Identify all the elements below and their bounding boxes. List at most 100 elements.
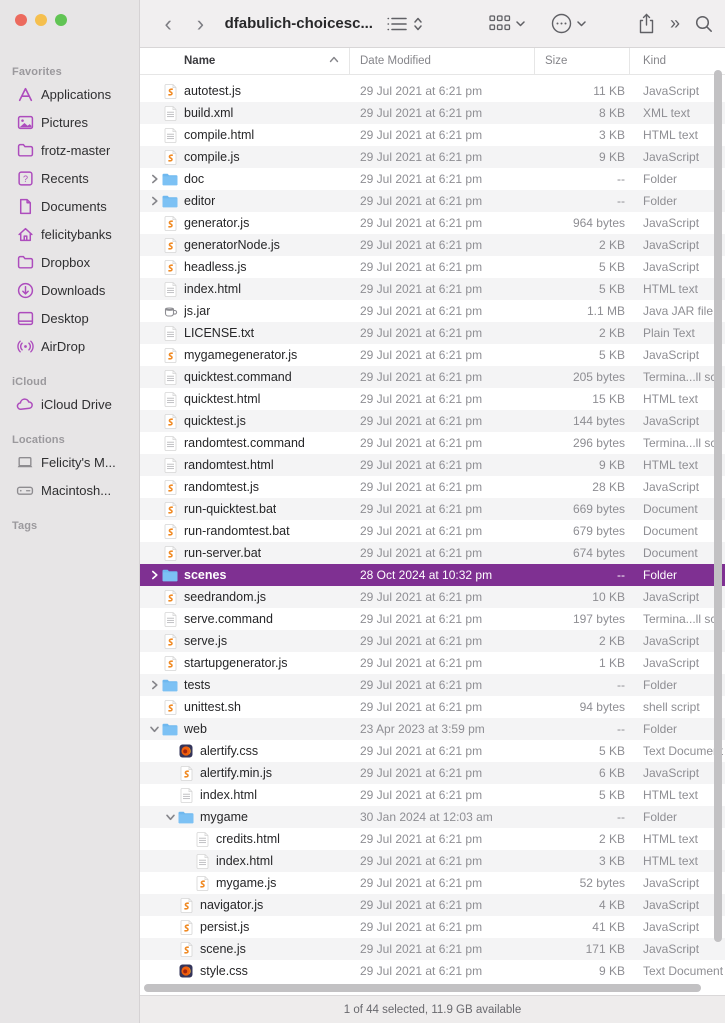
file-name: randomtest.command (184, 436, 305, 450)
column-header-date[interactable]: Date Modified (350, 48, 535, 74)
file-row[interactable]: index.html29 Jul 2021 at 6:21 pm5 KBHTML… (140, 278, 725, 300)
disclosure-triangle[interactable] (162, 812, 178, 822)
disclosure-triangle[interactable] (146, 680, 162, 690)
disclosure-triangle[interactable] (146, 724, 162, 734)
toolbar-overflow-button[interactable]: » (670, 13, 680, 34)
file-row[interactable]: randomtest.command29 Jul 2021 at 6:21 pm… (140, 432, 725, 454)
file-row[interactable]: randomtest.html29 Jul 2021 at 6:21 pm9 K… (140, 454, 725, 476)
vertical-scrollbar[interactable] (714, 70, 722, 942)
file-row[interactable]: run-randomtest.bat29 Jul 2021 at 6:21 pm… (140, 520, 725, 542)
search-button[interactable] (695, 15, 713, 33)
column-header-size[interactable]: Size (535, 48, 630, 74)
file-row[interactable]: alertify.css29 Jul 2021 at 6:21 pm5 KBTe… (140, 740, 725, 762)
file-row[interactable]: mygame30 Jan 2024 at 12:03 am--Folder (140, 806, 725, 828)
file-row[interactable]: quicktest.command29 Jul 2021 at 6:21 pm2… (140, 366, 725, 388)
file-row[interactable]: seedrandom.js29 Jul 2021 at 6:21 pm10 KB… (140, 586, 725, 608)
file-row[interactable]: generator.js29 Jul 2021 at 6:21 pm964 by… (140, 212, 725, 234)
search-icon (695, 15, 713, 33)
file-name: randomtest.html (184, 458, 274, 472)
file-row[interactable]: generatorNode.js29 Jul 2021 at 6:21 pm2 … (140, 234, 725, 256)
sidebar-item-dropbox[interactable]: Dropbox (4, 248, 135, 276)
view-mode-button[interactable] (387, 16, 423, 32)
file-row[interactable]: LICENSE.txt29 Jul 2021 at 6:21 pm2 KBPla… (140, 322, 725, 344)
file-row[interactable]: doc29 Jul 2021 at 6:21 pm--Folder (140, 168, 725, 190)
disclosure-triangle[interactable] (146, 174, 162, 184)
file-row[interactable]: serve.command29 Jul 2021 at 6:21 pm197 b… (140, 608, 725, 630)
folder-file-icon (162, 567, 178, 583)
file-row[interactable]: randomtest.js29 Jul 2021 at 6:21 pm28 KB… (140, 476, 725, 498)
horizontal-scrollbar-thumb[interactable] (144, 984, 701, 992)
file-row[interactable]: style.css29 Jul 2021 at 6:21 pm9 KBText … (140, 960, 725, 982)
file-kind: Document (630, 524, 725, 538)
sidebar-item-felicitybanks[interactable]: felicitybanks (4, 220, 135, 248)
sidebar-item-icloud-drive[interactable]: iCloud Drive (4, 390, 135, 418)
file-row[interactable]: run-server.bat29 Jul 2021 at 6:21 pm674 … (140, 542, 725, 564)
finder-window: FavoritesApplicationsPicturesfrotz-maste… (0, 0, 725, 1023)
file-row[interactable]: index.html29 Jul 2021 at 6:21 pm3 KBHTML… (140, 850, 725, 872)
file-name: unittest.sh (184, 700, 241, 714)
file-size: 2 KB (535, 832, 630, 846)
file-row[interactable]: quicktest.html29 Jul 2021 at 6:21 pm15 K… (140, 388, 725, 410)
file-row[interactable]: compile.js29 Jul 2021 at 6:21 pm9 KBJava… (140, 146, 725, 168)
minimize-button[interactable] (35, 14, 47, 26)
zoom-button[interactable] (55, 14, 67, 26)
file-row[interactable]: navigator.js29 Jul 2021 at 6:21 pm4 KBJa… (140, 894, 725, 916)
sidebar-item-macintosh-[interactable]: Macintosh... (4, 476, 135, 504)
more-actions-button[interactable] (551, 13, 586, 34)
file-date: 29 Jul 2021 at 6:21 pm (350, 678, 535, 692)
group-by-button[interactable] (489, 15, 525, 32)
sidebar-item-airdrop[interactable]: AirDrop (4, 332, 135, 360)
sidebar-item-frotz-master[interactable]: frotz-master (4, 136, 135, 164)
sidebar-item-label: Desktop (41, 311, 89, 326)
forward-button[interactable]: › (192, 13, 208, 35)
file-size: 197 bytes (535, 612, 630, 626)
file-kind: Folder (630, 722, 725, 736)
sidebar-item-recents[interactable]: ?Recents (4, 164, 135, 192)
file-row[interactable]: run-quicktest.bat29 Jul 2021 at 6:21 pm6… (140, 498, 725, 520)
sidebar-item-documents[interactable]: Documents (4, 192, 135, 220)
column-header-name[interactable]: Name (140, 48, 350, 74)
sidebar-item-felicity-s-m-[interactable]: Felicity's M... (4, 448, 135, 476)
file-date: 29 Jul 2021 at 6:21 pm (350, 502, 535, 516)
file-kind: Text Document (630, 744, 725, 758)
file-date: 29 Jul 2021 at 6:21 pm (350, 84, 535, 98)
file-row[interactable]: tests29 Jul 2021 at 6:21 pm--Folder (140, 674, 725, 696)
file-row[interactable]: mygame.js29 Jul 2021 at 6:21 pm52 bytesJ… (140, 872, 725, 894)
file-kind: JavaScript (630, 348, 725, 362)
sidebar-item-pictures[interactable]: Pictures (4, 108, 135, 136)
file-row[interactable]: scenes28 Oct 2024 at 10:32 pm--Folder (140, 564, 725, 586)
file-row[interactable]: mygamegenerator.js29 Jul 2021 at 6:21 pm… (140, 344, 725, 366)
column-header-kind[interactable]: Kind (630, 48, 725, 74)
file-row[interactable]: editor29 Jul 2021 at 6:21 pm--Folder (140, 190, 725, 212)
horizontal-scrollbar[interactable] (144, 984, 701, 992)
file-row[interactable]: web23 Apr 2023 at 3:59 pm--Folder (140, 718, 725, 740)
file-kind: JavaScript (630, 238, 725, 252)
file-size: 41 KB (535, 920, 630, 934)
file-row[interactable]: persist.js29 Jul 2021 at 6:21 pm41 KBJav… (140, 916, 725, 938)
file-row[interactable]: scene.js29 Jul 2021 at 6:21 pm171 KBJava… (140, 938, 725, 960)
sidebar-item-desktop[interactable]: Desktop (4, 304, 135, 332)
sidebar-item-downloads[interactable]: Downloads (4, 276, 135, 304)
close-button[interactable] (15, 14, 27, 26)
chevron-down-icon (577, 21, 586, 27)
file-row[interactable]: js.jar29 Jul 2021 at 6:21 pm1.1 MBJava J… (140, 300, 725, 322)
file-row[interactable]: build.xml29 Jul 2021 at 6:21 pm8 KBXML t… (140, 102, 725, 124)
file-name: alertify.css (200, 744, 258, 758)
sidebar: FavoritesApplicationsPicturesfrotz-maste… (0, 0, 140, 1023)
file-row[interactable]: credits.html29 Jul 2021 at 6:21 pm2 KBHT… (140, 828, 725, 850)
file-row[interactable]: alertify.min.js29 Jul 2021 at 6:21 pm6 K… (140, 762, 725, 784)
file-row[interactable]: unittest.sh29 Jul 2021 at 6:21 pm94 byte… (140, 696, 725, 718)
file-row[interactable]: compile.html29 Jul 2021 at 6:21 pm3 KBHT… (140, 124, 725, 146)
disclosure-triangle[interactable] (146, 196, 162, 206)
back-button[interactable]: ‹ (160, 13, 176, 35)
file-row[interactable]: quicktest.js29 Jul 2021 at 6:21 pm144 by… (140, 410, 725, 432)
file-row[interactable]: autotest.js29 Jul 2021 at 6:21 pm11 KBJa… (140, 80, 725, 102)
file-row[interactable]: serve.js29 Jul 2021 at 6:21 pm2 KBJavaSc… (140, 630, 725, 652)
file-row[interactable]: startupgenerator.js29 Jul 2021 at 6:21 p… (140, 652, 725, 674)
sidebar-item-applications[interactable]: Applications (4, 80, 135, 108)
file-row[interactable]: headless.js29 Jul 2021 at 6:21 pm5 KBJav… (140, 256, 725, 278)
folder-file-icon (178, 809, 194, 825)
file-row[interactable]: index.html29 Jul 2021 at 6:21 pm5 KBHTML… (140, 784, 725, 806)
share-button[interactable] (638, 13, 655, 34)
disclosure-triangle[interactable] (146, 570, 162, 580)
